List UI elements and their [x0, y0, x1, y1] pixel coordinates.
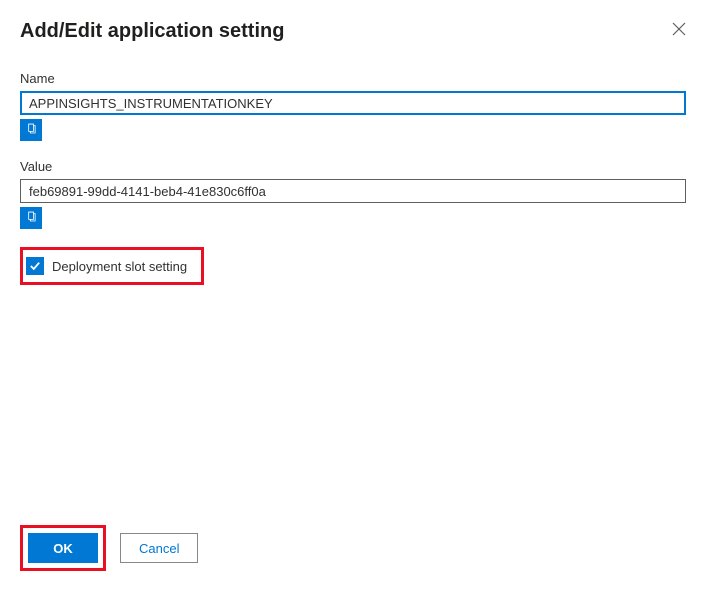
- slot-setting-label: Deployment slot setting: [52, 259, 187, 274]
- slot-setting-row: Deployment slot setting: [26, 253, 193, 279]
- panel-title: Add/Edit application setting: [20, 20, 284, 43]
- name-field-group: Name: [20, 71, 686, 141]
- value-field-group: Value: [20, 159, 686, 229]
- panel-footer: OK Cancel: [20, 511, 686, 589]
- value-input[interactable]: [20, 179, 686, 203]
- name-input[interactable]: [20, 91, 686, 115]
- name-label: Name: [20, 71, 686, 86]
- slot-setting-checkbox[interactable]: [26, 257, 44, 275]
- checkmark-icon: [29, 259, 41, 274]
- copy-icon: [25, 210, 38, 226]
- app-setting-panel: Add/Edit application setting Name Value: [0, 0, 706, 589]
- cancel-button[interactable]: Cancel: [120, 533, 198, 563]
- slot-setting-highlight: Deployment slot setting: [20, 247, 686, 285]
- copy-name-button[interactable]: [20, 119, 42, 141]
- panel-header: Add/Edit application setting: [20, 20, 686, 43]
- ok-button[interactable]: OK: [28, 533, 98, 563]
- close-icon[interactable]: [672, 22, 686, 36]
- copy-value-button[interactable]: [20, 207, 42, 229]
- value-label: Value: [20, 159, 686, 174]
- copy-icon: [25, 122, 38, 138]
- ok-button-highlight: OK: [20, 525, 106, 571]
